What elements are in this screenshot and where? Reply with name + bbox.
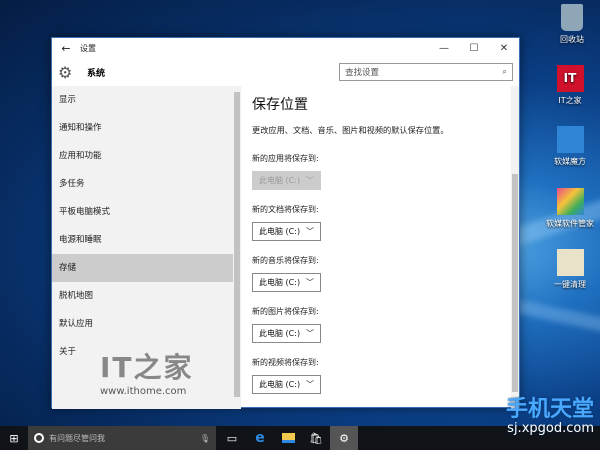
recycle-bin-icon <box>561 4 583 31</box>
scrollbar-thumb[interactable] <box>234 92 240 397</box>
chevron-down-icon: ﹀ <box>306 176 314 185</box>
taskbar-settings[interactable]: ⚙ <box>330 426 358 450</box>
content-scrollbar[interactable] <box>511 86 519 409</box>
page-title: 保存位置 <box>252 97 308 113</box>
close-button[interactable]: ✕ <box>489 43 519 54</box>
taskbar: ⊞ 有问题尽管问我 🎙 ▭ e 🛍 ⚙ <box>0 426 600 450</box>
chevron-down-icon: ﹀ <box>306 380 314 389</box>
main-content: 保存位置 更改应用、文档、音乐、图片和视频的默认保存位置。 新的应用将保存到: … <box>252 86 509 407</box>
search-icon: ⌕ <box>502 67 507 77</box>
sidebar-item-tablet-mode[interactable]: 平板电脑模式 <box>52 198 233 226</box>
store-icon: 🛍 <box>309 431 323 445</box>
desktop-icon-label: IT之家 <box>558 96 582 105</box>
dropdown-value: 此电脑 (C:) <box>259 176 301 185</box>
section-title: 系统 <box>87 68 106 79</box>
taskbar-store[interactable]: 🛍 <box>302 426 330 450</box>
chevron-down-icon: ﹀ <box>306 227 314 236</box>
videos-location-dropdown[interactable]: 此电脑 (C:) ﹀ <box>252 375 321 394</box>
taskbar-file-explorer[interactable] <box>274 426 302 450</box>
sidebar-item-default-apps[interactable]: 默认应用 <box>52 310 233 338</box>
save-location-music: 新的音乐将保存到: 此电脑 (C:) ﹀ <box>252 255 509 292</box>
ithome-watermark-logo: IT之家 <box>100 351 194 384</box>
cortana-search-box[interactable]: 有问题尽管问我 🎙 <box>28 426 216 450</box>
dropdown-value: 此电脑 (C:) <box>259 278 301 287</box>
save-location-pictures: 新的图片将保存到: 此电脑 (C:) ﹀ <box>252 306 509 343</box>
search-placeholder: 查找设置 <box>345 68 380 78</box>
taskbar-edge[interactable]: e <box>246 426 274 450</box>
task-view-button[interactable]: ▭ <box>218 426 246 450</box>
field-label: 新的音乐将保存到: <box>252 256 319 265</box>
gear-icon: ⚙ <box>58 62 73 82</box>
sidebar-item-multitasking[interactable]: 多任务 <box>52 170 233 198</box>
microphone-icon[interactable]: 🎙 <box>200 434 210 443</box>
back-button[interactable]: ← <box>52 42 80 55</box>
desktop-icon-label: 回收站 <box>560 35 584 44</box>
cortana-icon <box>34 433 44 443</box>
music-location-dropdown[interactable]: 此电脑 (C:) ﹀ <box>252 273 321 292</box>
desktop-icon-ithome[interactable]: IT IT之家 <box>540 65 600 106</box>
minimize-button[interactable]: — <box>429 43 459 54</box>
sidebar-item-storage[interactable]: 存储 <box>52 254 233 282</box>
sidebar-item-power[interactable]: 电源和睡眠 <box>52 226 233 254</box>
window-title: 设置 <box>80 43 96 53</box>
dropdown-value: 此电脑 (C:) <box>259 329 301 338</box>
gear-icon: ⚙ <box>339 431 349 445</box>
windows-logo-icon: ⊞ <box>9 431 19 445</box>
sidebar-scrollbar[interactable] <box>233 86 241 409</box>
search-placeholder: 有问题尽管问我 <box>49 433 105 443</box>
settings-search-input[interactable]: 查找设置 ⌕ <box>339 63 513 81</box>
field-label: 新的视频将保存到: <box>252 358 319 367</box>
field-label: 新的文档将保存到: <box>252 205 319 214</box>
edge-icon: e <box>255 430 265 446</box>
save-location-videos: 新的视频将保存到: 此电脑 (C:) ﹀ <box>252 357 509 394</box>
scrollbar-thumb[interactable] <box>512 174 518 392</box>
page-description: 更改应用、文档、音乐、图片和视频的默认保存位置。 <box>252 125 449 135</box>
desktop-icon-label: 软媒魔方 <box>554 157 586 166</box>
documents-location-dropdown[interactable]: 此电脑 (C:) ﹀ <box>252 222 321 241</box>
ithome-icon: IT <box>556 65 584 92</box>
task-view-icon: ▭ <box>226 431 238 445</box>
chevron-down-icon: ﹀ <box>306 278 314 287</box>
sidebar-item-display[interactable]: 显示 <box>52 86 233 114</box>
save-location-apps: 新的应用将保存到: 此电脑 (C:) ﹀ <box>252 153 509 190</box>
field-label: 新的应用将保存到: <box>252 154 319 163</box>
field-label: 新的图片将保存到: <box>252 307 319 316</box>
desktop-icon-software-manager[interactable]: 软媒软件管家 <box>540 188 600 229</box>
ruanmei-mofang-icon <box>556 126 584 153</box>
desktop-icon-label: 一键清理 <box>554 280 586 289</box>
desktop-icon-cleanup[interactable]: 一键清理 <box>540 249 600 290</box>
save-location-documents: 新的文档将保存到: 此电脑 (C:) ﹀ <box>252 204 509 241</box>
apps-location-dropdown: 此电脑 (C:) ﹀ <box>252 171 321 190</box>
maximize-button[interactable]: ☐ <box>459 43 489 54</box>
sidebar-item-apps[interactable]: 应用和功能 <box>52 142 233 170</box>
dropdown-value: 此电脑 (C:) <box>259 380 301 389</box>
ithome-watermark-url: www.ithome.com <box>100 386 187 397</box>
pictures-location-dropdown[interactable]: 此电脑 (C:) ﹀ <box>252 324 321 343</box>
title-bar: ← 设置 — ☐ ✕ <box>52 38 519 58</box>
settings-header: ⚙ 系统 查找设置 ⌕ <box>52 58 519 86</box>
software-manager-icon <box>556 188 584 215</box>
ithome-watermark: IT之家 www.ithome.com <box>100 346 194 397</box>
dropdown-value: 此电脑 (C:) <box>259 227 301 236</box>
desktop-icon-recycle-bin[interactable]: 回收站 <box>542 4 600 45</box>
cleanup-icon <box>556 249 584 276</box>
desktop-icon-label: 软媒软件管家 <box>546 219 594 228</box>
sidebar-item-offline-maps[interactable]: 脱机地图 <box>52 282 233 310</box>
start-button[interactable]: ⊞ <box>0 426 28 450</box>
folder-icon <box>281 433 295 443</box>
sidebar-item-notifications[interactable]: 通知和操作 <box>52 114 233 142</box>
desktop-icon-mofang[interactable]: 软媒魔方 <box>540 126 600 167</box>
chevron-down-icon: ﹀ <box>306 329 314 338</box>
